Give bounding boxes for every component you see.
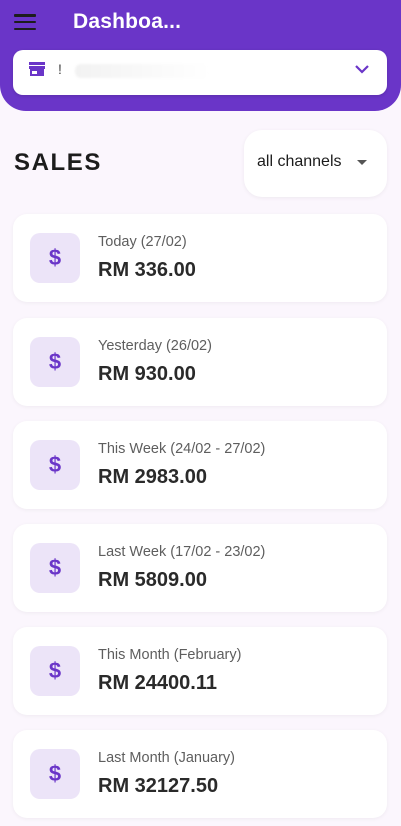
sales-heading: SALES [14,149,103,176]
menu-icon[interactable] [14,14,36,30]
sales-card-value: RM 5809.00 [98,569,207,591]
sales-card-value: RM 336.00 [98,259,196,281]
sales-card-yesterday[interactable]: $ Yesterday (26/02) RM 930.00 [13,318,387,406]
channel-select[interactable]: all channels [244,130,387,197]
sales-card-label: Last Month (January) [98,750,236,766]
store-icon [29,62,45,76]
sales-card-value: RM 2983.00 [98,466,207,488]
sales-card-label: Yesterday (26/02) [98,338,212,354]
sales-card-label: Last Week (17/02 - 23/02) [98,544,266,560]
app-header: Dashboa... ! [0,0,401,111]
dollar-icon: $ [30,440,80,490]
sales-card-value: RM 32127.50 [98,775,219,797]
dollar-icon: $ [30,233,80,283]
caret-down-icon [357,160,367,165]
sales-card-value: RM 930.00 [98,363,196,385]
dollar-icon: $ [30,646,80,696]
chevron-down-icon [355,65,369,74]
sales-card-label: Today (27/02) [98,234,187,250]
sales-card-value: RM 24400.11 [98,672,217,694]
dollar-icon: $ [30,543,80,593]
store-value-redacted [75,64,210,78]
page-title: Dashboa... [73,10,182,33]
sales-card-today[interactable]: $ Today (27/02) RM 336.00 [13,214,387,302]
dollar-icon: $ [30,337,80,387]
channel-select-label: all channels [257,153,342,170]
sales-card-last-month[interactable]: $ Last Month (January) RM 32127.50 [13,730,387,818]
sales-card-last-week[interactable]: $ Last Week (17/02 - 23/02) RM 5809.00 [13,524,387,612]
dollar-icon: $ [30,749,80,799]
sales-card-label: This Month (February) [98,647,242,663]
sales-card-label: This Week (24/02 - 27/02) [98,441,266,457]
sales-card-this-week[interactable]: $ This Week (24/02 - 27/02) RM 2983.00 [13,421,387,509]
sales-card-this-month[interactable]: $ This Month (February) RM 24400.11 [13,627,387,715]
store-select[interactable]: ! [13,50,387,95]
